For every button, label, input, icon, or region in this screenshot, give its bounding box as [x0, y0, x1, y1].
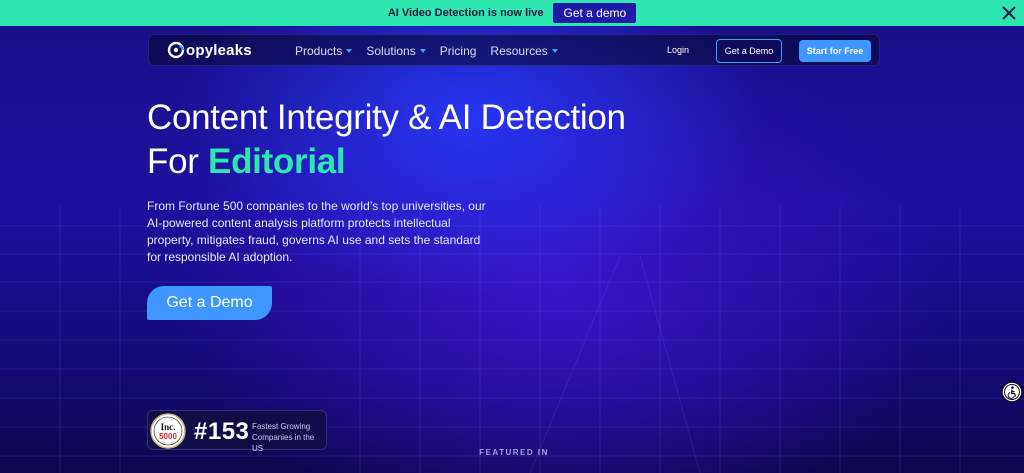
announcement-banner: AI Video Detection is now live Get a dem…: [0, 0, 1024, 26]
nav-solutions-label: Solutions: [366, 44, 416, 58]
banner-text: AI Video Detection is now live: [387, 7, 544, 19]
nav-products-label: Products: [295, 44, 343, 58]
nav-products[interactable]: Products: [295, 44, 353, 58]
copyleaks-logo[interactable]: opyleaks: [167, 41, 252, 59]
nav-get-demo-button[interactable]: Get a Demo: [716, 39, 782, 63]
nav-resources-label: Resources: [490, 44, 548, 58]
hero-heading: Content Integrity & AI Detection For Edi…: [147, 96, 626, 184]
inc-5000-badge: Inc. 5000 #153 Fastest Growing Companies…: [147, 410, 327, 453]
copyleaks-logo-icon: [167, 41, 185, 59]
nav-pricing[interactable]: Pricing: [440, 44, 477, 58]
chevron-down-icon: [346, 49, 353, 53]
hero-heading-line1: Content Integrity & AI Detection: [147, 98, 626, 137]
accessibility-icon[interactable]: [1001, 381, 1023, 403]
inc-seal-number: 5000: [159, 432, 177, 441]
banner-demo-button[interactable]: Get a demo: [553, 3, 637, 23]
hero-description: From Fortune 500 companies to the world’…: [147, 199, 486, 264]
main-navbar: opyleaks Products Solutions Pricing Reso…: [148, 34, 880, 66]
chevron-down-icon: [419, 49, 426, 53]
featured-in-heading: FEATURED IN: [479, 448, 549, 457]
inc-5000-seal-icon: Inc. 5000: [150, 413, 186, 449]
nav-links: Products Solutions Pricing Resources: [295, 44, 558, 58]
inc-rank: #153: [194, 418, 250, 445]
nav-solutions[interactable]: Solutions: [366, 44, 426, 58]
hero-heading-accent: Editorial: [208, 142, 346, 181]
chevron-down-icon: [551, 49, 558, 53]
nav-resources[interactable]: Resources: [490, 44, 558, 58]
close-icon[interactable]: [998, 2, 1020, 24]
inc-seal-top: Inc.: [161, 422, 176, 432]
nav-pricing-label: Pricing: [439, 44, 477, 58]
logo-text: opyleaks: [186, 41, 252, 59]
start-for-free-button[interactable]: Start for Free: [799, 40, 871, 62]
hero-section: opyleaks Products Solutions Pricing Reso…: [0, 26, 1024, 473]
hero-get-demo-button[interactable]: Get a Demo: [147, 286, 272, 320]
login-link[interactable]: Login: [667, 45, 689, 55]
hero-heading-prefix: For: [147, 142, 209, 181]
